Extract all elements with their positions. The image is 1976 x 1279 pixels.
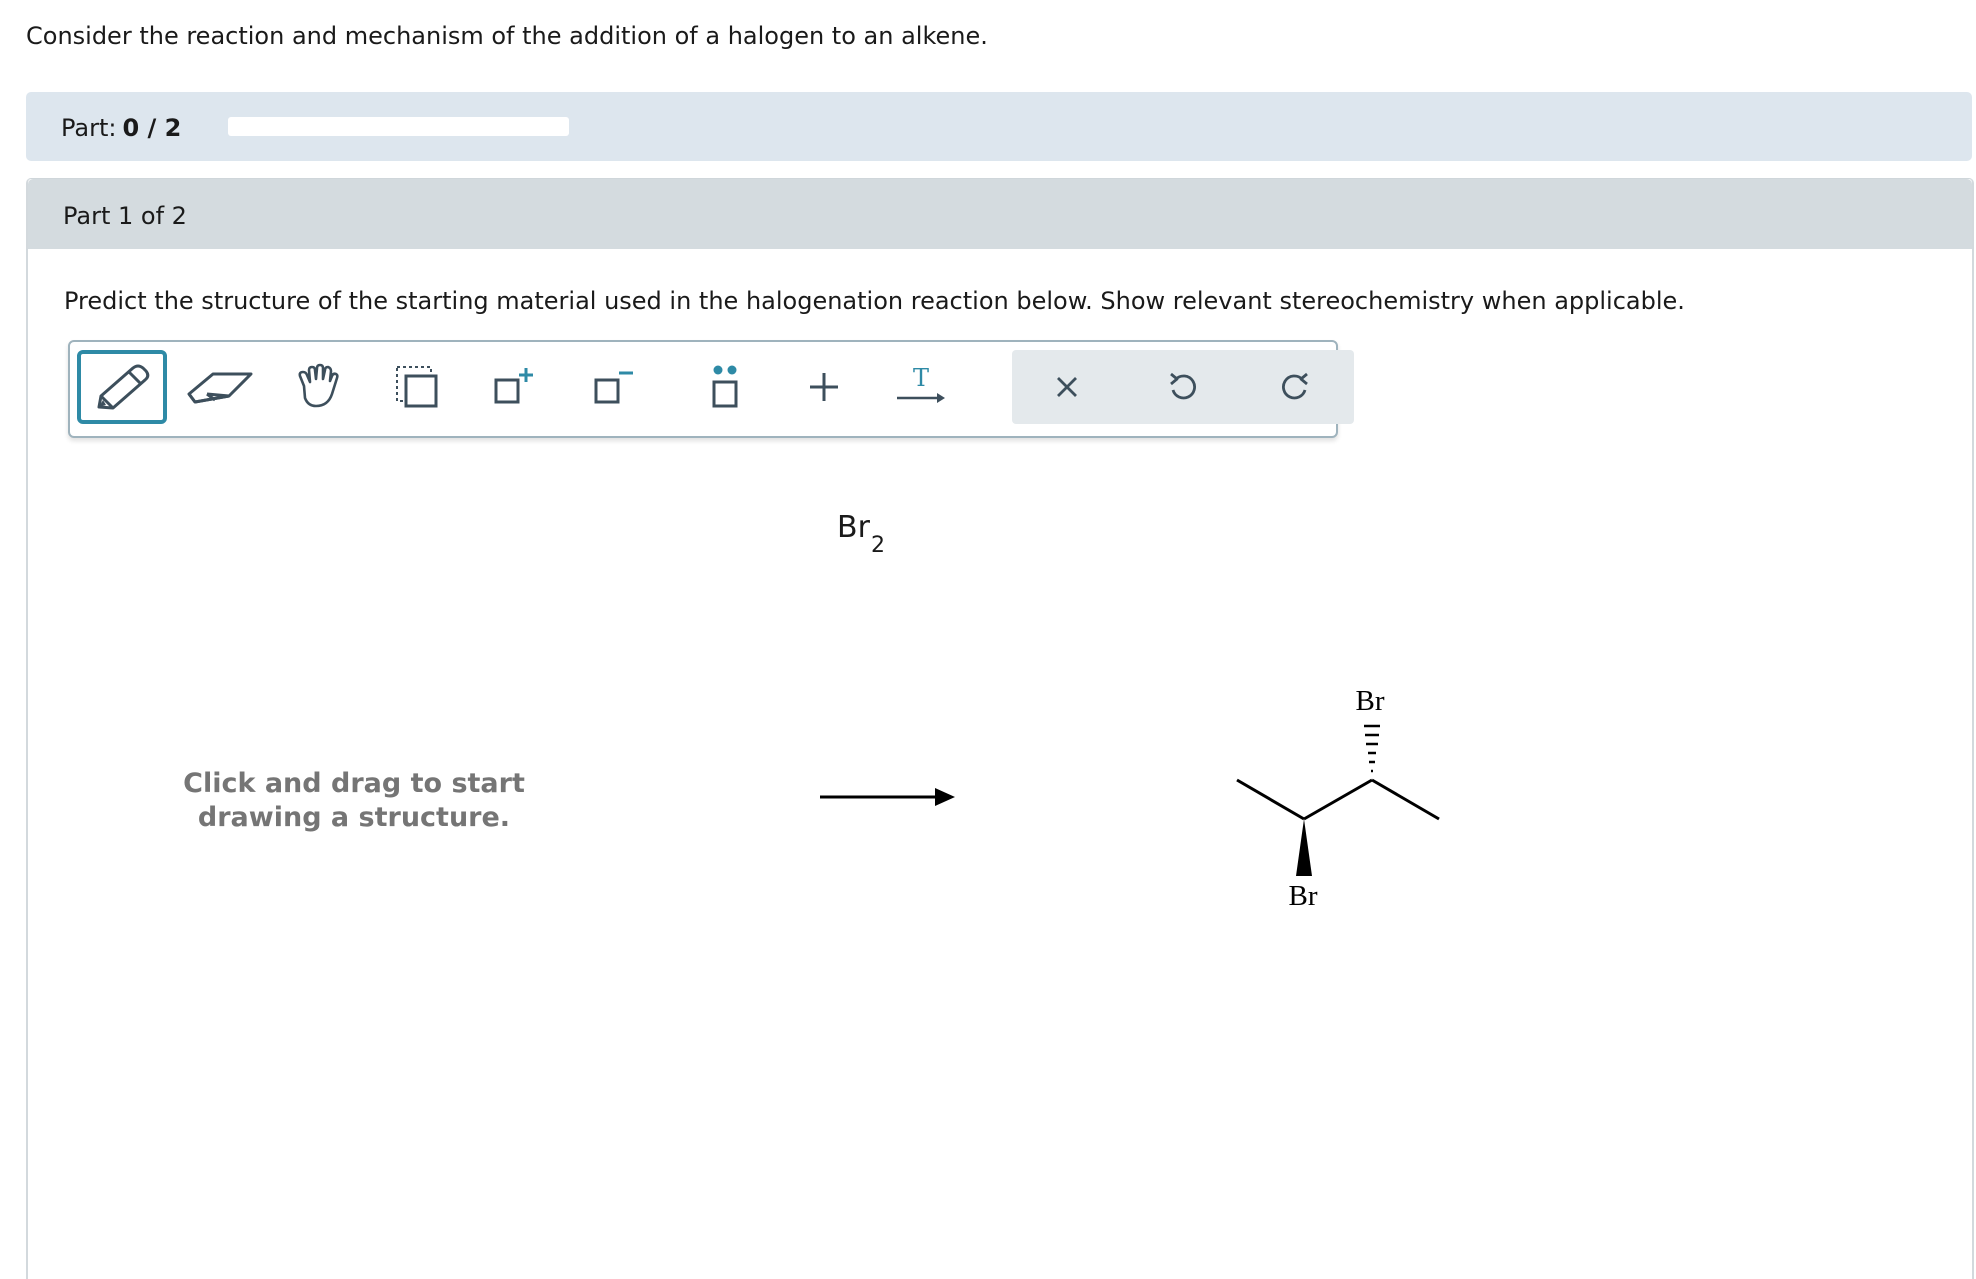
product-bond-3 [1371, 778, 1440, 821]
product-bottom-br: Br [1289, 880, 1318, 912]
reaction-drawing: Br Br [820, 685, 1440, 912]
reaction-arrow-head [935, 788, 955, 806]
product-bond-2 [1303, 778, 1373, 821]
hash-bond [1364, 724, 1380, 773]
product-bond-1 [1236, 778, 1305, 821]
product-molecule: Br Br [1236, 685, 1440, 912]
wedge-bond [1296, 819, 1312, 876]
product-top-br: Br [1356, 685, 1385, 717]
